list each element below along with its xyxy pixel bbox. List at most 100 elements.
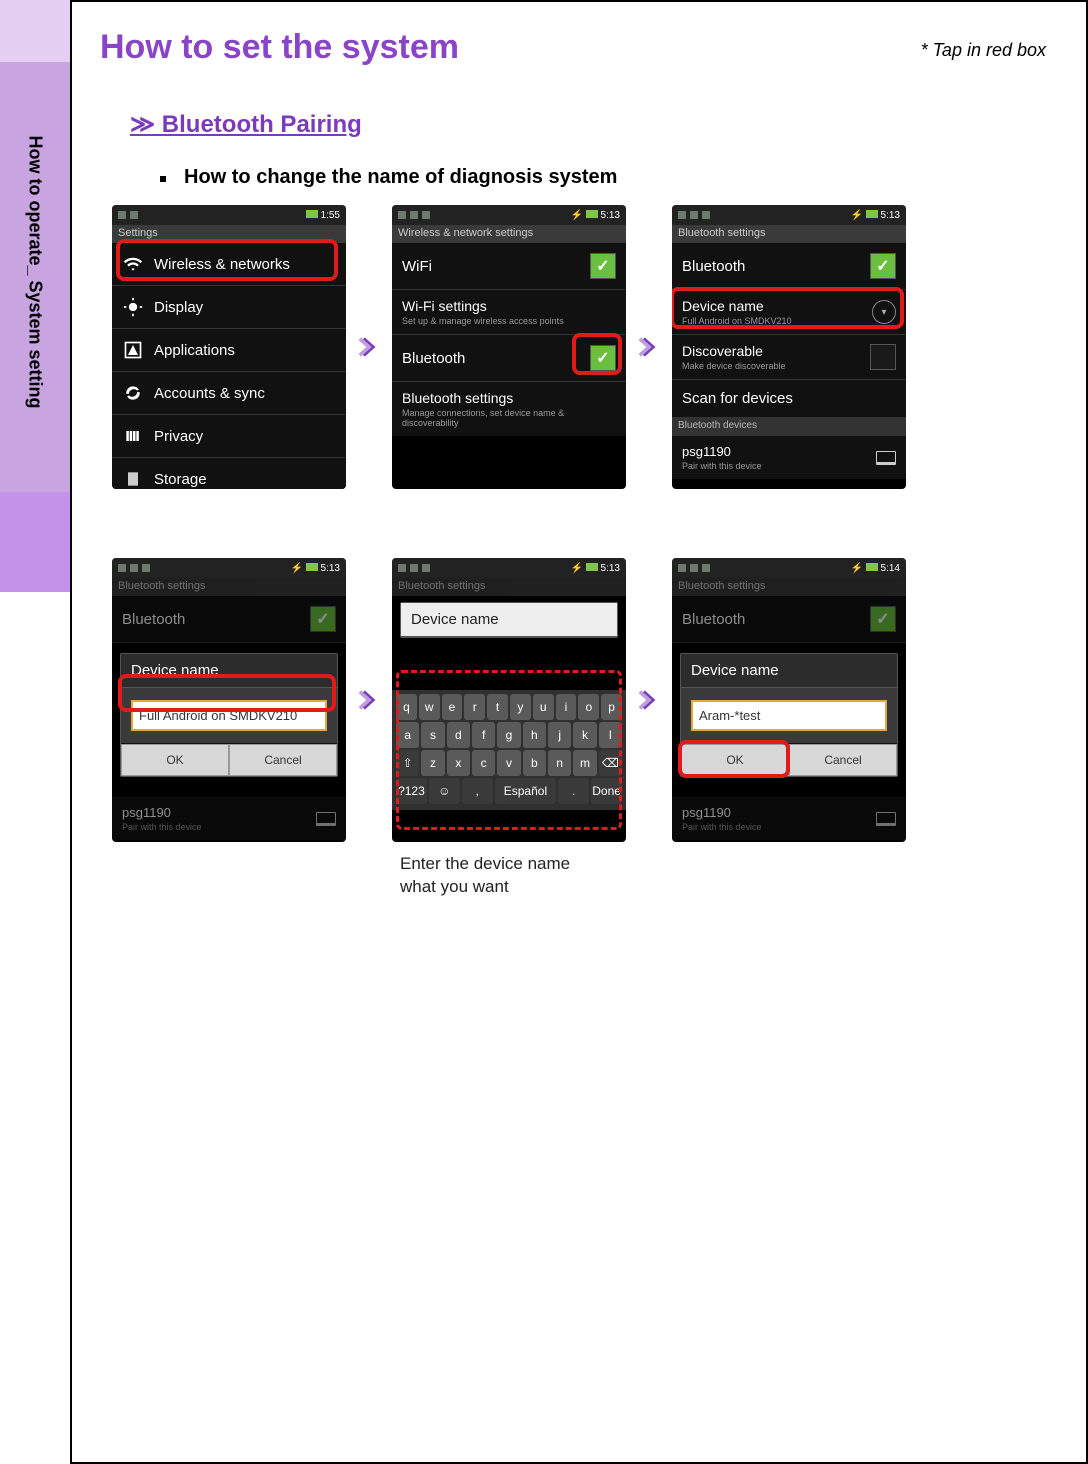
device-row: psg1190 Pair with this device xyxy=(112,797,346,840)
row-1: 1:55 Settings Wireless & networks Displa… xyxy=(112,205,906,489)
keyboard-key[interactable]: u xyxy=(533,694,554,720)
row-discoverable[interactable]: Discoverable Make device discoverable xyxy=(672,335,906,380)
cancel-button[interactable]: Cancel xyxy=(789,744,897,776)
screenshot-device-name-dialog: ⚡ 5:13 Bluetooth settings Bluetooth Devi… xyxy=(112,558,346,842)
keyboard-key[interactable]: k xyxy=(573,722,596,748)
row-bluetooth: Bluetooth xyxy=(112,596,346,643)
keyboard-key[interactable]: l xyxy=(599,722,622,748)
battery-icon xyxy=(586,563,598,571)
battery-icon xyxy=(306,563,318,571)
keyboard-key[interactable]: z xyxy=(421,750,444,776)
device-row: psg1190 Pair with this device xyxy=(672,797,906,840)
keyboard-key[interactable]: m xyxy=(573,750,596,776)
checkbox-on-icon[interactable] xyxy=(590,253,616,279)
keyboard-key[interactable]: x xyxy=(447,750,470,776)
keyboard-key[interactable]: a xyxy=(396,722,419,748)
row-device-name[interactable]: Device name Full Android on SMDKV210 ▾ xyxy=(672,290,906,335)
row-label: Display xyxy=(154,299,203,316)
row-bluetooth: Bluetooth xyxy=(672,596,906,643)
keyboard-key[interactable]: s xyxy=(421,722,444,748)
screenshot-device-name-entered: ⚡ 5:14 Bluetooth settings Bluetooth Devi… xyxy=(672,558,906,842)
row-label: Wireless & networks xyxy=(154,256,290,273)
keyboard-key[interactable]: b xyxy=(523,750,546,776)
status-bar: ⚡ 5:13 xyxy=(112,558,346,578)
keyboard-key[interactable]: d xyxy=(447,722,470,748)
checkbox-on-icon xyxy=(870,606,896,632)
keyboard-key[interactable]: . xyxy=(558,778,589,804)
row-wifi-settings[interactable]: Wi-Fi settings Set up & manage wireless … xyxy=(392,290,626,335)
row-wifi[interactable]: WiFi xyxy=(392,243,626,290)
keyboard-key[interactable]: p xyxy=(601,694,622,720)
ok-button[interactable]: OK xyxy=(681,744,789,776)
sync-icon xyxy=(122,382,144,404)
keyboard-key[interactable]: ☺ xyxy=(429,778,460,804)
keyboard-key[interactable]: Done xyxy=(591,778,622,804)
settings-row-apps[interactable]: Applications xyxy=(112,329,346,372)
ok-button[interactable]: OK xyxy=(121,744,229,776)
cancel-button[interactable]: Cancel xyxy=(229,744,337,776)
kb-row-3: ⇧zxcvbnm⌫ xyxy=(396,750,622,776)
device-subtext: Pair with this device xyxy=(682,822,762,832)
row-label: Discoverable xyxy=(682,343,763,359)
status-bar: ⚡ 5:14 xyxy=(672,558,906,578)
keyboard-key[interactable]: y xyxy=(510,694,531,720)
time-label: 5:13 xyxy=(321,563,340,574)
row-subtext: Set up & manage wireless access points xyxy=(402,316,564,326)
keyboard-key[interactable]: t xyxy=(487,694,508,720)
dialog-title: Device name xyxy=(681,654,897,688)
row-bluetooth[interactable]: Bluetooth xyxy=(672,243,906,290)
caption-line-2: what you want xyxy=(400,877,509,896)
row-bluetooth[interactable]: Bluetooth xyxy=(392,335,626,382)
settings-row-wireless[interactable]: Wireless & networks xyxy=(112,243,346,286)
settings-row-storage[interactable]: Storage xyxy=(112,458,346,489)
settings-row-display[interactable]: Display xyxy=(112,286,346,329)
status-bar: ⚡ 5:13 xyxy=(672,205,906,225)
device-name-input[interactable] xyxy=(131,700,327,731)
settings-row-privacy[interactable]: Privacy xyxy=(112,415,346,458)
settings-row-accounts[interactable]: Accounts & sync xyxy=(112,372,346,415)
row-label: Bluetooth xyxy=(402,350,465,367)
keyboard-key[interactable]: e xyxy=(442,694,463,720)
device-name-input[interactable] xyxy=(691,700,887,731)
keyboard-key[interactable]: v xyxy=(497,750,520,776)
dialog-title: Device name xyxy=(121,654,337,688)
device-name: psg1190 xyxy=(682,805,762,820)
keyboard[interactable]: qwertyuiop asdfghjkl ⇧zxcvbnm⌫ ?123☺,Esp… xyxy=(392,690,626,810)
keyboard-key[interactable]: ⇧ xyxy=(396,750,419,776)
device-subtext: Pair with this device xyxy=(682,461,762,471)
keyboard-key[interactable]: r xyxy=(464,694,485,720)
keyboard-key[interactable]: ⌫ xyxy=(599,750,622,776)
row-subtext: Manage connections, set device name & di… xyxy=(402,408,616,428)
row-bluetooth-settings[interactable]: Bluetooth settings Manage connections, s… xyxy=(392,382,626,436)
sidebar-accent-bottom xyxy=(0,492,70,592)
checkbox-off-icon[interactable] xyxy=(870,344,896,370)
keyboard-key[interactable]: f xyxy=(472,722,495,748)
screen-header: Bluetooth settings xyxy=(392,578,626,596)
keyboard-key[interactable]: q xyxy=(396,694,417,720)
keyboard-key[interactable]: i xyxy=(556,694,577,720)
sidebar-accent-top xyxy=(0,0,70,62)
storage-icon xyxy=(122,468,144,489)
keyboard-key[interactable]: Español xyxy=(495,778,557,804)
device-row[interactable]: psg1190 Pair with this device xyxy=(672,436,906,479)
row-label: Accounts & sync xyxy=(154,385,265,402)
screen-header: Bluetooth settings xyxy=(112,578,346,596)
time-label: 1:55 xyxy=(321,210,340,221)
row-label: Bluetooth xyxy=(122,611,185,628)
chevron-right-icon xyxy=(636,687,662,713)
keyboard-key[interactable]: o xyxy=(578,694,599,720)
row-label: Device name xyxy=(682,298,764,314)
keyboard-key[interactable]: w xyxy=(419,694,440,720)
row-scan[interactable]: Scan for devices xyxy=(672,380,906,418)
keyboard-key[interactable]: c xyxy=(472,750,495,776)
row-label: Bluetooth xyxy=(682,611,745,628)
battery-icon xyxy=(306,210,318,218)
checkbox-on-icon[interactable] xyxy=(870,253,896,279)
keyboard-key[interactable]: h xyxy=(523,722,546,748)
checkbox-on-icon[interactable] xyxy=(590,345,616,371)
keyboard-key[interactable]: n xyxy=(548,750,571,776)
keyboard-key[interactable]: , xyxy=(462,778,493,804)
keyboard-key[interactable]: ?123 xyxy=(396,778,427,804)
keyboard-key[interactable]: j xyxy=(548,722,571,748)
keyboard-key[interactable]: g xyxy=(497,722,520,748)
